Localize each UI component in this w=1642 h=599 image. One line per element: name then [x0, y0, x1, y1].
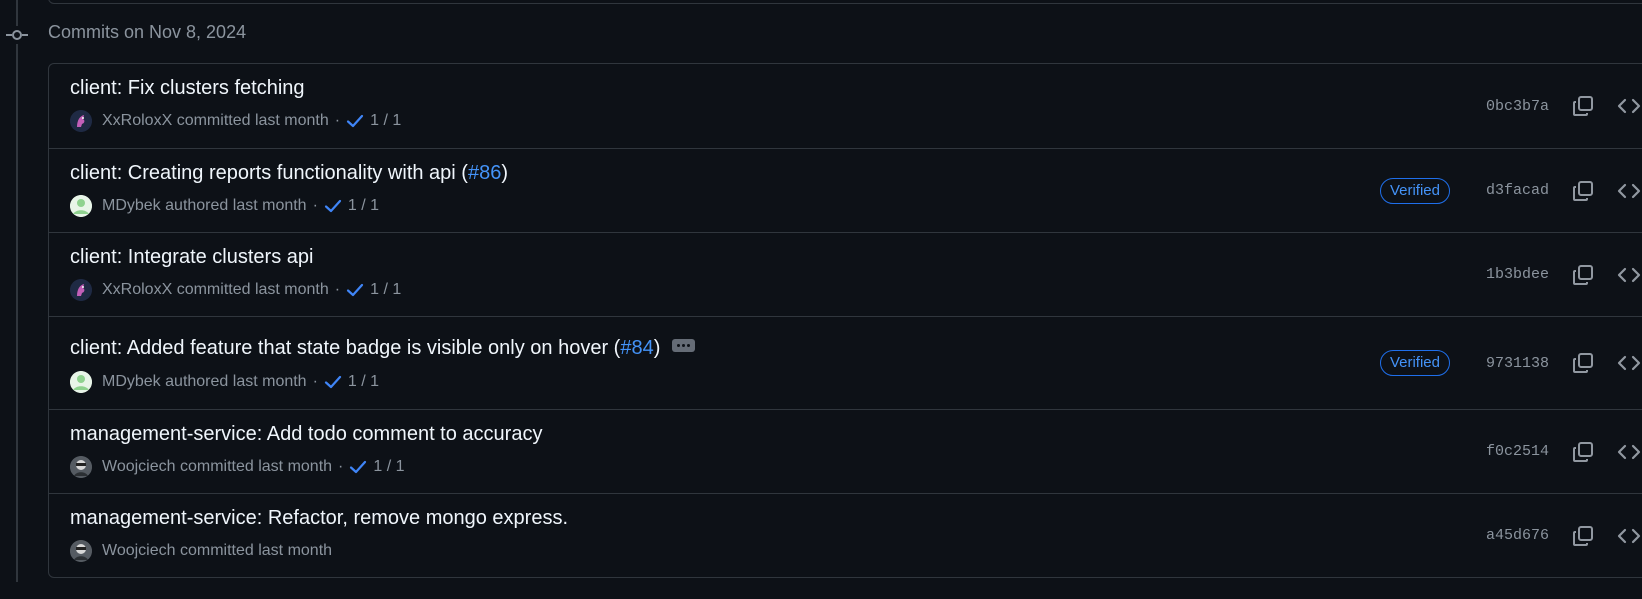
commit-time[interactable]: last month [255, 281, 329, 299]
verified-badge[interactable]: Verified [1379, 177, 1450, 204]
separator: · [334, 112, 341, 129]
commit-action: authored [165, 197, 229, 214]
checks-count[interactable]: 1 / 1 [348, 373, 379, 391]
separator: · [312, 373, 318, 390]
commit-list: client: Fix clusters fetching XxRoloxX c… [48, 63, 1642, 578]
commit-row: client: Fix clusters fetching XxRoloxX c… [49, 64, 1642, 148]
commit-time[interactable]: last month [233, 373, 307, 391]
timeline-line [16, 0, 18, 582]
commit-actions: f0c2514 [1483, 410, 1642, 493]
code-icon[interactable] [1617, 263, 1641, 287]
checks-count[interactable]: 1 / 1 [370, 281, 401, 299]
copy-icon[interactable] [1571, 351, 1595, 375]
check-icon[interactable] [346, 283, 364, 297]
commit-title[interactable]: management-service: Refactor, remove mon… [70, 507, 568, 530]
copy-icon[interactable] [1571, 94, 1595, 118]
code-icon[interactable] [1617, 351, 1641, 375]
checks-count[interactable]: 1 / 1 [373, 458, 404, 476]
commit-title[interactable]: client: Fix clusters fetching [70, 77, 305, 100]
copy-icon[interactable] [1571, 524, 1595, 548]
code-icon[interactable] [1617, 94, 1641, 118]
commit-author[interactable]: XxRoloxX [102, 112, 172, 130]
commit-time[interactable]: last month [233, 197, 307, 215]
commit-author[interactable]: XxRoloxX [102, 281, 172, 299]
avatar[interactable] [70, 279, 92, 301]
separator: · [312, 197, 318, 214]
copy-icon[interactable] [1571, 179, 1595, 203]
checks-count[interactable]: 1 / 1 [370, 112, 401, 130]
commit-actions: Verified 9731138 [1379, 317, 1642, 409]
commit-meta: Woojciech committed last month [70, 540, 332, 562]
commit-actions: Verified d3facad [1379, 149, 1642, 232]
avatar[interactable] [70, 371, 92, 393]
check-icon[interactable] [324, 375, 342, 389]
commit-title-text[interactable]: client: Creating reports functionality w… [70, 162, 468, 185]
commit-author[interactable]: Woojciech [102, 458, 176, 476]
check-icon[interactable] [349, 460, 367, 474]
commit-sha-link[interactable]: 1b3bdee [1483, 266, 1549, 283]
copy-icon[interactable] [1571, 263, 1595, 287]
commit-actions: 0bc3b7a [1483, 64, 1642, 148]
commit-title[interactable]: client: Added feature that state badge i… [70, 337, 696, 360]
separator: · [338, 458, 344, 475]
commit-meta: XxRoloxX committed last month · 1 / 1 [70, 279, 401, 301]
check-icon[interactable] [346, 114, 364, 128]
checks-count[interactable]: 1 / 1 [348, 197, 379, 215]
verified-badge[interactable]: Verified [1379, 350, 1450, 376]
commit-action: committed [176, 112, 251, 129]
commit-row: client: Added feature that state badge i… [49, 316, 1642, 409]
commit-author[interactable]: MDybek [102, 373, 161, 391]
code-icon[interactable] [1617, 524, 1641, 548]
commit-meta: Woojciech committed last month · 1 / 1 [70, 456, 405, 478]
check-icon[interactable] [324, 199, 342, 213]
commit-title-text[interactable]: client: Fix clusters fetching [70, 77, 305, 100]
commit-actions: 1b3bdee [1483, 233, 1642, 316]
copy-icon[interactable] [1571, 440, 1595, 464]
commit-sha-link[interactable]: 0bc3b7a [1483, 98, 1549, 115]
avatar[interactable] [70, 456, 92, 478]
commit-row: management-service: Refactor, remove mon… [49, 493, 1642, 577]
commit-meta: MDybek authored last month · 1 / 1 [70, 371, 379, 393]
pull-request-link[interactable]: #86 [468, 162, 501, 185]
separator: · [334, 281, 341, 298]
commit-meta: XxRoloxX committed last month · 1 / 1 [70, 110, 401, 132]
commit-title-close[interactable]: ) [654, 337, 661, 360]
ellipsis-icon[interactable] [672, 339, 696, 352]
commit-title[interactable]: management-service: Add todo comment to … [70, 423, 542, 446]
commit-author[interactable]: MDybek [102, 197, 161, 215]
commit-row: client: Creating reports functionality w… [49, 148, 1642, 232]
commit-author[interactable]: Woojciech [102, 542, 176, 560]
avatar[interactable] [70, 540, 92, 562]
code-icon[interactable] [1617, 440, 1641, 464]
commit-title-text[interactable]: client: Integrate clusters api [70, 246, 313, 269]
commit-sha-link[interactable]: 9731138 [1483, 355, 1549, 372]
commit-action: committed [179, 458, 254, 475]
avatar[interactable] [70, 110, 92, 132]
commit-action: committed [176, 281, 251, 298]
commit-action: authored [165, 373, 229, 390]
commit-title-close[interactable]: ) [501, 162, 508, 185]
git-commit-icon [5, 26, 29, 44]
commit-title[interactable]: client: Integrate clusters api [70, 246, 313, 269]
commit-sha-link[interactable]: a45d676 [1483, 527, 1549, 544]
commit-time[interactable]: last month [258, 458, 332, 476]
commit-title-text[interactable]: client: Added feature that state badge i… [70, 337, 620, 360]
commit-sha-link[interactable]: d3facad [1483, 182, 1549, 199]
commit-action: committed [179, 542, 254, 559]
code-icon[interactable] [1617, 179, 1641, 203]
commit-sha-link[interactable]: f0c2514 [1483, 443, 1549, 460]
commit-title-text[interactable]: management-service: Add todo comment to … [70, 423, 542, 446]
pull-request-link[interactable]: #84 [620, 337, 653, 360]
commit-title-text[interactable]: management-service: Refactor, remove mon… [70, 507, 568, 530]
commit-actions: a45d676 [1483, 494, 1642, 577]
avatar[interactable] [70, 195, 92, 217]
commit-group-header: Commits on Nov 8, 2024 [48, 22, 247, 42]
commit-meta: MDybek authored last month · 1 / 1 [70, 195, 379, 217]
previous-commit-list [48, 0, 1642, 4]
commit-title[interactable]: client: Creating reports functionality w… [70, 162, 508, 185]
commit-time[interactable]: last month [255, 112, 329, 130]
commit-time[interactable]: last month [258, 542, 332, 560]
commit-row: management-service: Add todo comment to … [49, 409, 1642, 493]
commit-row: client: Integrate clusters api XxRoloxX … [49, 232, 1642, 316]
